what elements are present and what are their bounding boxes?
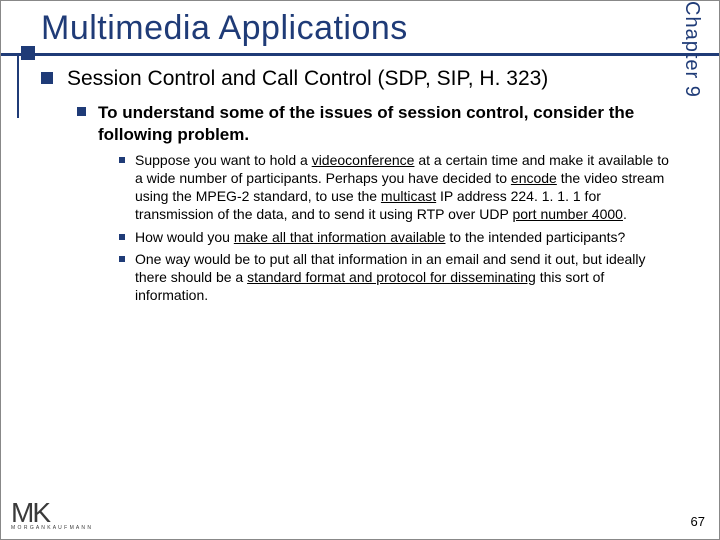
logo-subtext: M O R G A N K A U F M A N N xyxy=(11,525,91,531)
list-item-lvl3: One way would be to put all that informa… xyxy=(119,250,677,305)
page-number: 67 xyxy=(691,514,705,529)
lvl2-text: To understand some of the issues of sess… xyxy=(98,102,691,145)
list-item-lvl1: Session Control and Call Control (SDP, S… xyxy=(41,66,691,92)
lvl3-text: How would you make all that information … xyxy=(135,228,625,246)
logo-m-icon: M xyxy=(11,499,34,527)
title-vertical-rule xyxy=(17,56,19,118)
square-bullet-icon xyxy=(41,72,53,84)
list-item-lvl2: To understand some of the issues of sess… xyxy=(77,102,691,145)
title-underline xyxy=(1,53,719,56)
logo-k-icon: K xyxy=(32,499,51,527)
lvl3-text: Suppose you want to hold a videoconferen… xyxy=(135,151,677,224)
title-marker xyxy=(21,46,35,60)
square-bullet-icon xyxy=(119,234,125,240)
lvl1-text: Session Control and Call Control (SDP, S… xyxy=(67,66,548,92)
logo-mark: M K xyxy=(11,499,91,527)
square-bullet-icon xyxy=(119,157,125,163)
list-item-lvl3: How would you make all that information … xyxy=(119,228,677,246)
square-bullet-icon xyxy=(77,107,86,116)
slide: Chapter 9 Multimedia Applications Sessio… xyxy=(0,0,720,540)
lvl3-text: One way would be to put all that informa… xyxy=(135,250,677,305)
body-content: Session Control and Call Control (SDP, S… xyxy=(1,48,719,304)
slide-title: Multimedia Applications xyxy=(41,9,719,48)
publisher-logo: M K M O R G A N K A U F M A N N xyxy=(11,499,91,531)
square-bullet-icon xyxy=(119,256,125,262)
list-item-lvl3: Suppose you want to hold a videoconferen… xyxy=(119,151,677,224)
title-area: Multimedia Applications xyxy=(1,1,719,48)
